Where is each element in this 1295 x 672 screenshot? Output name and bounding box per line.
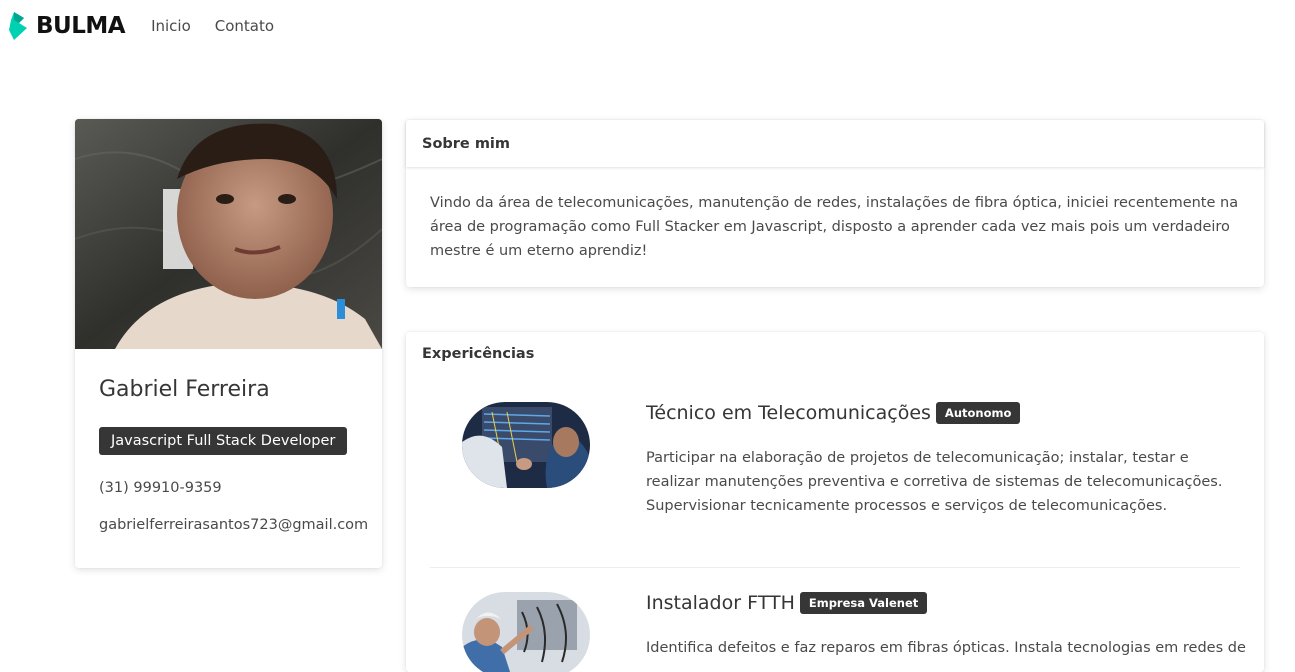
brand-text: BULMA (36, 13, 126, 39)
brand-link[interactable]: BULMA (8, 0, 126, 52)
about-card-title: Sobre mim (406, 120, 1264, 167)
experience-company-tag: Autonomo (935, 402, 1021, 424)
experience-description: Identifica defeitos e faz reparos em fib… (646, 640, 1246, 656)
about-text: Vindo da área de telecomunicações, manut… (430, 195, 1239, 259)
profile-email: gabrielferreirasantos723@gmail.com (99, 517, 369, 533)
experience-description: Participar na elaboração de projetos de … (646, 450, 1223, 514)
experience-company-tag: Empresa Valenet (799, 592, 928, 614)
experiences-title: Expericências (422, 346, 535, 362)
experience-image-ftth (462, 592, 590, 672)
nav-link-inicio[interactable]: Inicio (151, 17, 191, 35)
experience-role: Técnico em Telecomunicações (646, 402, 931, 424)
role-tag: Javascript Full Stack Developer (99, 427, 348, 455)
about-card: Sobre mim Vindo da área de telecomunicaç… (406, 120, 1264, 287)
experience-role: Instalador FTTH (646, 592, 795, 614)
profile-card: Gabriel Ferreira Javascript Full Stack D… (75, 119, 382, 568)
bulma-logo-icon (9, 12, 27, 40)
navbar: BULMA Inicio Contato (0, 0, 1295, 52)
profile-photo (75, 119, 382, 349)
experience-image-telecom (462, 402, 590, 488)
experiences-card: Expericências Técnico em Telecomunicaçõe… (406, 332, 1264, 672)
nav-link-contato[interactable]: Contato (215, 17, 274, 35)
profile-phone: (31) 99910-9359 (99, 480, 222, 496)
experience-divider (430, 567, 1240, 568)
profile-name: Gabriel Ferreira (99, 377, 270, 402)
